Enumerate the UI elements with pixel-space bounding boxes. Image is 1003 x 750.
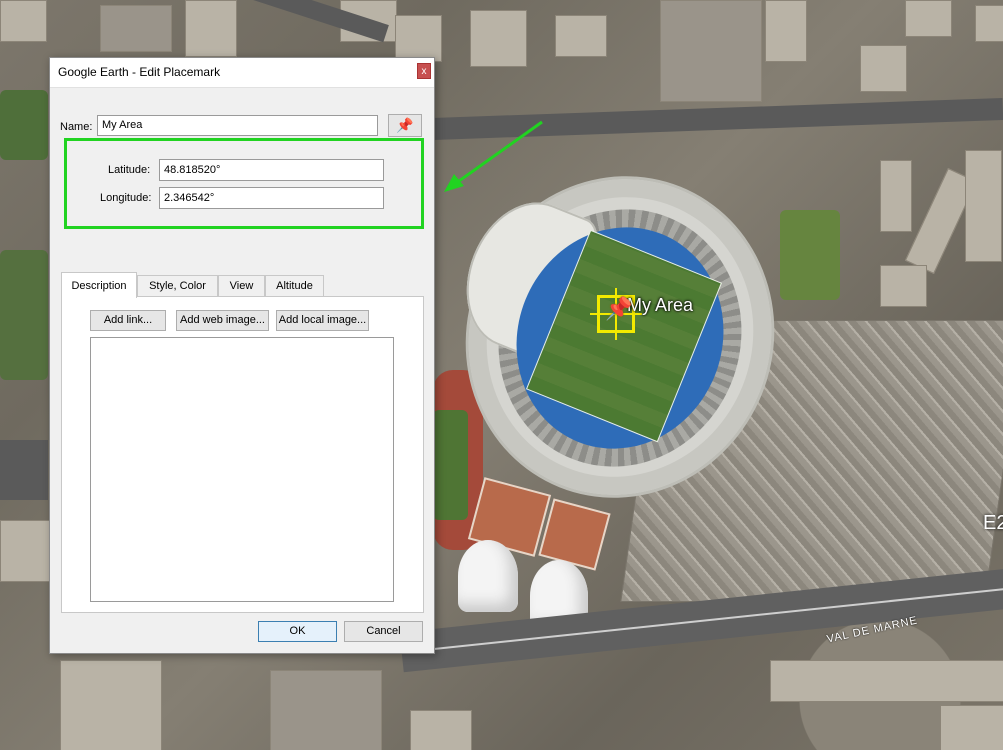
annotation-arrow-line [451, 120, 543, 188]
coordinates-highlight-box [64, 138, 424, 229]
athletics-field [433, 410, 468, 520]
building [880, 265, 927, 307]
building [770, 660, 1003, 702]
longitude-label: Longitude: [100, 192, 152, 204]
longitude-input[interactable]: 2.346542° [159, 187, 384, 209]
building [410, 710, 472, 750]
add-link-button[interactable]: Add link... [90, 310, 166, 331]
building [860, 45, 907, 92]
placemark-label[interactable]: My Area [627, 295, 693, 316]
sports-field [0, 250, 48, 380]
name-input[interactable]: My Area [97, 115, 378, 136]
dialog-title: Google Earth - Edit Placemark [58, 65, 221, 79]
description-textarea[interactable] [90, 337, 394, 602]
close-icon: x [421, 66, 427, 77]
annotation-arrow-head [444, 174, 464, 192]
annotation-arrow [444, 120, 543, 192]
latitude-label: Latitude: [108, 164, 151, 176]
edit-placemark-dialog: Google Earth - Edit Placemark x Name: My… [49, 57, 435, 654]
building [765, 0, 807, 62]
placemark-icon-button[interactable]: 📌 [388, 114, 422, 137]
building [270, 670, 382, 750]
building [555, 15, 607, 57]
pushpin-icon: 📌 [396, 117, 414, 133]
tab-view[interactable]: View [218, 275, 265, 297]
building [395, 15, 442, 62]
trees [0, 90, 48, 160]
building [470, 10, 527, 67]
building [965, 150, 1002, 262]
map-edge-label: E2 [983, 512, 1003, 534]
tab-altitude[interactable]: Altitude [265, 275, 324, 297]
tab-description[interactable]: Description [61, 272, 137, 298]
building [0, 520, 50, 582]
tennis-dome [458, 540, 518, 612]
building [0, 0, 47, 42]
cancel-button[interactable]: Cancel [344, 621, 423, 642]
park [780, 210, 840, 300]
dialog-titlebar[interactable]: Google Earth - Edit Placemark x [50, 58, 434, 88]
building [905, 0, 952, 37]
close-button[interactable]: x [417, 63, 431, 79]
building [660, 0, 762, 102]
tab-style-color[interactable]: Style, Color [137, 275, 218, 297]
building [185, 0, 237, 57]
add-web-image-button[interactable]: Add web image... [176, 310, 269, 331]
name-label: Name: [60, 121, 93, 133]
building [975, 5, 1003, 42]
ok-button[interactable]: OK [258, 621, 337, 642]
latitude-input[interactable]: 48.818520° [159, 159, 384, 181]
building [880, 160, 912, 232]
road [0, 440, 48, 500]
tennis-court [538, 498, 611, 571]
building [100, 5, 172, 52]
building [60, 660, 162, 750]
building [940, 705, 1003, 750]
add-local-image-button[interactable]: Add local image... [276, 310, 369, 331]
description-panel: Add link... Add web image... Add local i… [61, 296, 424, 613]
pushpin-icon[interactable]: 📌 [605, 296, 632, 322]
